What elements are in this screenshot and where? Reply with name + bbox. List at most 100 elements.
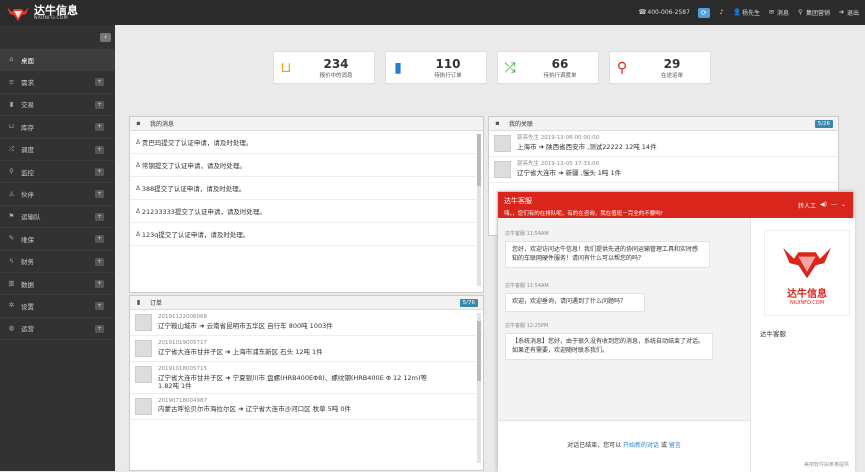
expand-icon[interactable]: + <box>95 78 104 87</box>
sidebar-item-1[interactable]: ≡ 需求 + <box>0 71 115 94</box>
expand-icon[interactable]: + <box>95 257 104 266</box>
expand-icon[interactable]: + <box>95 167 104 176</box>
stat-number: 66 <box>551 56 569 71</box>
wrench-icon: ✎ <box>8 234 15 243</box>
list-icon: ≡ <box>8 77 15 86</box>
location-icon: ⚲ <box>616 59 628 76</box>
order-route: 辽宁省大连市甘井子区 ➜ 宁夏银川市 盘螺(HRB400EΦ8)、螺纹钢(HRB… <box>158 373 427 382</box>
brand-name: 达牛信息 <box>34 3 78 17</box>
stat-card[interactable]: ▮ 110 待执行订单 <box>385 51 487 84</box>
sidebar: ‹ ⌂ 桌面 ≡ 需求 + ▮ 交易 + ⊔ 库存 + ⤮ 调度 + ⚲ 监控 + ♙ 伙伴 + ⚑ 运输队 + ✎ 维保 + ϟ 财… <box>0 25 115 471</box>
sidebar-item-2[interactable]: ▮ 交易 + <box>0 94 115 117</box>
messages-scrollbar[interactable] <box>477 134 481 286</box>
sidebar-item-7[interactable]: ⚑ 运输队 + <box>0 206 115 229</box>
refresh-icon[interactable]: ⟳ <box>697 7 710 18</box>
chat-ended-text: 对话已结束，您可以 <box>567 442 622 449</box>
bolt-icon: ϟ <box>9 256 14 265</box>
avatar <box>135 340 152 357</box>
task-who: 郭亮先生 <box>517 161 540 167</box>
message-row[interactable]: ♙ 21233333提交了认证申请，请及时处理。 <box>130 200 483 223</box>
order-row[interactable]: 20191122006068 辽宁鞍山城市 ➜ 云南省昆明市五华区 自行车 800… <box>130 310 483 336</box>
task-who: 郭亮先生 <box>517 135 540 141</box>
agent-avatar: 达牛信息 NIUINFO.COM <box>764 230 850 316</box>
globe-icon: ◍ <box>8 323 15 332</box>
top-bar: 达牛信息 NIUINFO.COM ☎ 400-006-2587 ⟳ ♪ 👤 杨先生 … <box>0 0 865 25</box>
leave-message-link[interactable]: 留言 <box>669 442 681 449</box>
sidebar-item-6[interactable]: ♙ 伙伴 + <box>0 183 115 206</box>
chat-title: 达牛客服 <box>504 197 532 205</box>
user-icon: ♙ <box>135 184 141 192</box>
sidebar-item-label: 伙伴 <box>21 191 34 200</box>
chevron-down-icon[interactable]: ⌄ <box>841 201 846 210</box>
message-item[interactable]: ✉ 消息 <box>768 8 789 18</box>
chat-message-meta: 达牛客服 11:54AM <box>505 283 549 289</box>
chat-message-meta: 达牛客服 12:25PM <box>505 323 549 329</box>
stat-card[interactable]: ⚲ 29 在途运单 <box>609 51 711 84</box>
avatar <box>135 397 152 415</box>
new-chat-link[interactable]: 开始新的对话 <box>623 442 659 449</box>
sidebar-item-10[interactable]: ▥ 数据 + <box>0 273 115 296</box>
expand-icon[interactable]: + <box>95 279 104 288</box>
task-row[interactable]: 郭亮先生 2019-12-05 17:33:00 辽宁省大连市 ➜ 新疆 ,慢头 … <box>489 157 838 183</box>
orders-badge: 5/76 <box>459 299 478 307</box>
group-nav-item[interactable]: ⚲ 集团营销 <box>797 8 830 18</box>
message-row[interactable]: ♙ 388提交了认证申请，请及时处理。 <box>130 177 483 200</box>
sidebar-menu: ⌂ 桌面 ≡ 需求 + ▮ 交易 + ⊔ 库存 + ⤮ 调度 + ⚲ 监控 + ♙ 伙伴 + ⚑ 运输队 + ✎ 维保 + ϟ 财务 +… <box>0 49 115 341</box>
file-icon: ▮ <box>9 99 14 108</box>
sidebar-item-5[interactable]: ⚲ 监控 + <box>0 161 115 184</box>
expand-icon[interactable]: + <box>95 324 104 333</box>
sidebar-item-8[interactable]: ✎ 维保 + <box>0 228 115 251</box>
expand-icon[interactable]: + <box>95 100 104 109</box>
task-row[interactable]: 郭亮先生 2019-12-06 00:00:00 上海市 ➜ 陕西省西安市 ,测试… <box>489 131 838 157</box>
message-text: 常钢提交了认证申请，请及时处理。 <box>141 162 246 170</box>
tasks-header: ▪ 我的关联 5/26 <box>489 117 838 131</box>
chat-window: 达牛客服 嗨，，您们有的在排队呢，有的在咨询，我在值班－完全的不要哟! 转人工 … <box>497 191 855 472</box>
sidebar-item-label: 调度 <box>21 146 34 155</box>
chat-agent-panel: 达牛信息 NIUINFO.COM 达牛客服 美丽软件由某某提供 <box>750 218 855 472</box>
file-icon: ▮ <box>136 298 141 306</box>
message-row[interactable]: ♙ 贵巴玛提交了认证申请，请及时处理。 <box>130 131 483 154</box>
sidebar-item-3[interactable]: ⊔ 库存 + <box>0 116 115 139</box>
sidebar-item-9[interactable]: ϟ 财务 + <box>0 251 115 273</box>
minimize-icon[interactable]: — <box>831 201 837 210</box>
sidebar-item-11[interactable]: ✲ 设置 + <box>0 295 115 318</box>
expand-icon[interactable]: + <box>95 212 104 221</box>
exit-item[interactable]: ➜ 退出 <box>838 8 859 18</box>
brand-logo[interactable]: 达牛信息 NIUINFO.COM <box>6 4 78 22</box>
sidebar-item-label: 监控 <box>21 168 34 177</box>
sidebar-collapse-icon[interactable]: ‹ <box>100 33 111 42</box>
order-row[interactable]: 20191018005715 辽宁省大连市甘井子区 ➜ 宁夏银川市 盘螺(HRB4… <box>130 362 483 394</box>
stat-card[interactable]: ⤮ 66 待执行调度单 <box>497 51 599 84</box>
tasks-title: 我的关联 <box>509 121 534 128</box>
order-row[interactable]: 20190718004987 内蒙古呼伦贝尔市海拉尔区 ➜ 辽宁省大连市沙河口区 … <box>130 394 483 420</box>
stat-card[interactable]: ⊔ 234 报价中的消息 <box>273 51 375 84</box>
phone-item[interactable]: ☎ 400-006-2587 <box>638 9 690 17</box>
expand-icon[interactable]: + <box>95 235 104 244</box>
messages-list: ♙ 贵巴玛提交了认证申请，请及时处理。 ♙ 常钢提交了认证申请，请及时处理。 ♙ 388提… <box>130 131 483 246</box>
sidebar-item-12[interactable]: ◍ 运营 + <box>0 318 115 341</box>
task-route: 辽宁省大连市 ➜ 新疆 ,慢头 1吨 1件 <box>517 168 622 177</box>
user-icon: 👤 <box>732 8 742 16</box>
chat-body: 达牛客服 11:54AM 您好，欢迎访问达牛信息！我们提供先进的协同运输管理工具… <box>498 218 750 472</box>
sidebar-item-0[interactable]: ⌂ 桌面 <box>0 49 115 72</box>
chat-or-text: 或 <box>660 442 667 449</box>
expand-icon[interactable]: + <box>95 302 104 311</box>
expand-icon[interactable]: + <box>95 145 104 154</box>
orders-scrollbar[interactable] <box>477 313 481 463</box>
sidebar-item-label: 库存 <box>21 123 34 132</box>
expand-icon[interactable]: + <box>95 190 104 199</box>
message-row[interactable]: ♙ 123q提交了认证申请，请及时处理。 <box>130 223 483 246</box>
sidebar-item-label: 财务 <box>21 258 34 267</box>
bell-icon[interactable]: ♪ <box>718 9 725 16</box>
user-item[interactable]: 👤 杨先生 <box>732 8 760 18</box>
order-row[interactable]: 20191019005717 辽宁省大连市甘井子区 ➜ 上海市浦东新区 石头 12… <box>130 336 483 362</box>
message-row[interactable]: ♙ 常钢提交了认证申请，请及时处理。 <box>130 154 483 177</box>
messages-title: 我的消息 <box>150 121 175 128</box>
message-text: 贵巴玛提交了认证申请，请及时处理。 <box>141 139 253 147</box>
task-icon: ▪ <box>495 119 500 127</box>
user-icon: ♙ <box>135 161 141 169</box>
transfer-button[interactable]: 转人工 <box>798 201 816 210</box>
expand-icon[interactable]: + <box>95 123 104 132</box>
sidebar-item-4[interactable]: ⤮ 调度 + <box>0 139 115 161</box>
volume-icon[interactable]: ◀) <box>820 201 827 210</box>
